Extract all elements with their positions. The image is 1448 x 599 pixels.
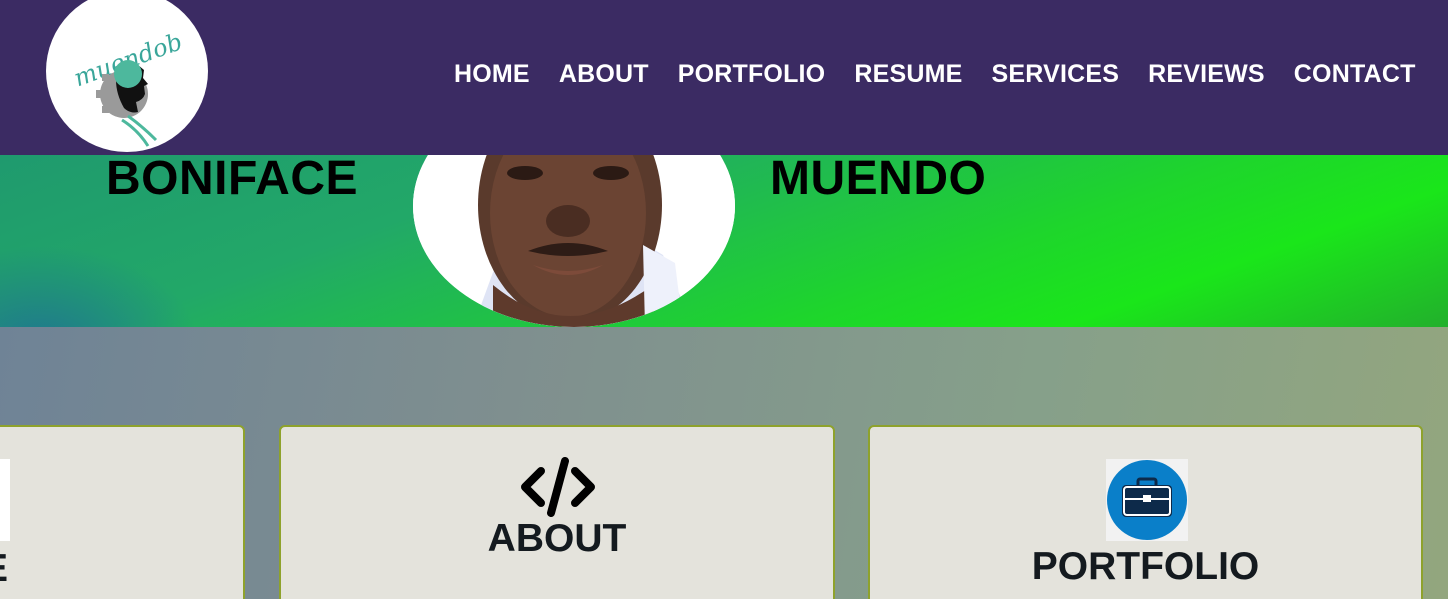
code-icon — [521, 457, 595, 522]
main-nav: HOME ABOUT PORTFOLIO RESUME SERVICES REVIEWS C… — [454, 60, 1445, 89]
profile-portrait — [413, 155, 735, 327]
nav-reviews[interactable]: REVIEWS — [1148, 60, 1265, 89]
hero-first-name: BONIFACE — [106, 155, 359, 205]
briefcase-icon — [1106, 459, 1188, 546]
globe-icon — [0, 459, 10, 546]
gear-head-logo-icon: muendob — [70, 27, 186, 147]
hero-banner: BONIFACE MUENDO — [0, 155, 1448, 327]
nav-portfolio[interactable]: PORTFOLIO — [678, 60, 826, 89]
card-title-about: ABOUT — [487, 517, 627, 560]
site-logo[interactable]: muendob — [46, 0, 208, 152]
hero-last-name: MUENDO — [770, 155, 987, 205]
nav-about[interactable]: ABOUT — [559, 60, 649, 89]
service-card-about[interactable]: ABOUT — [279, 425, 835, 599]
service-card-partial[interactable]: E — [0, 425, 245, 599]
nav-contact[interactable]: CONTACT — [1294, 60, 1416, 89]
card-title-partial: E — [0, 547, 243, 591]
nav-home[interactable]: HOME — [454, 60, 530, 89]
card-title-portfolio: PORTFOLIO — [1031, 545, 1260, 588]
services-section: E ABOUT PORTFOLIO — [0, 327, 1448, 599]
service-card-portfolio[interactable]: PORTFOLIO — [868, 425, 1423, 599]
navbar: muendob HOME ABOUT PORTFOLIO RESUME SERVICES… — [0, 0, 1448, 155]
portrait-image — [413, 155, 735, 327]
nav-services[interactable]: SERVICES — [992, 60, 1120, 89]
nav-resume[interactable]: RESUME — [854, 60, 962, 89]
